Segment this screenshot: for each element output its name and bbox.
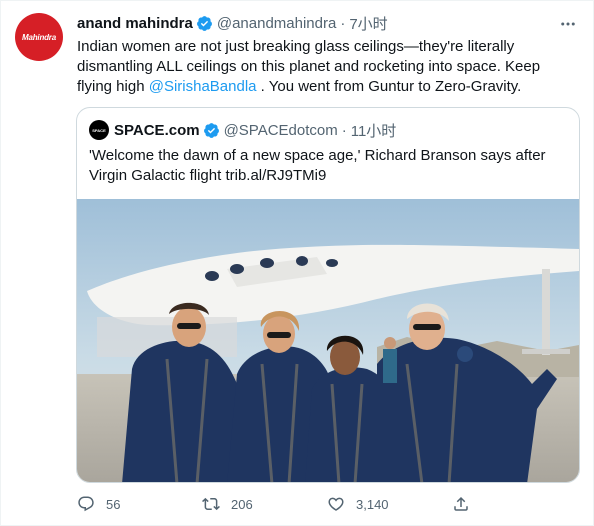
like-button[interactable]: 3,140 — [327, 495, 389, 513]
author-name[interactable]: anand mahindra — [77, 15, 193, 32]
retweet-button[interactable]: 206 — [202, 495, 253, 513]
quote-author-handle: @SPACEdotcom — [223, 121, 338, 139]
tweet-text-part: . You went from Guntur to Zero-Gravity. — [256, 78, 522, 95]
verified-badge-icon — [196, 15, 212, 31]
share-icon — [454, 496, 468, 511]
quote-time: 11小时 — [350, 122, 397, 140]
action-bar: 56 206 3,140 — [77, 495, 577, 517]
quote-text: 'Welcome the dawn of a new space age,' R… — [89, 147, 546, 184]
reply-icon — [78, 496, 94, 512]
quoted-tweet[interactable]: SPACE SPACE.com @SPACEdotcom · 11小时 'Wel… — [76, 107, 580, 483]
share-button[interactable] — [452, 495, 481, 513]
author-avatar[interactable]: Mahindra — [15, 13, 63, 61]
more-options-icon[interactable] — [559, 15, 577, 33]
space-logo: SPACE — [92, 127, 106, 133]
quote-author-name: SPACE.com — [114, 121, 200, 139]
tweet-card[interactable]: Mahindra anand mahindra @anandmahindra ·… — [0, 0, 594, 526]
reply-count: 56 — [106, 496, 121, 512]
quote-header: SPACE SPACE.com @SPACEdotcom · 11小时 — [89, 120, 396, 140]
mahindra-logo: Mahindra — [22, 32, 56, 42]
retweet-count: 206 — [231, 496, 253, 512]
heart-icon — [328, 497, 344, 511]
mention-link[interactable]: @SirishaBandla — [149, 78, 257, 95]
author-handle[interactable]: @anandmahindra — [217, 15, 336, 32]
verified-badge-icon — [203, 122, 219, 138]
tweet-time[interactable]: 7小时 — [349, 13, 387, 34]
reply-button[interactable]: 56 — [77, 495, 120, 513]
separator-dot: · — [340, 14, 346, 32]
quote-author-avatar: SPACE — [89, 120, 109, 140]
separator-dot: · — [341, 121, 347, 139]
retweet-icon — [202, 497, 220, 511]
tweet-text: Indian women are not just breaking glass… — [77, 37, 577, 97]
astronaut-crew-photo[interactable] — [77, 199, 579, 483]
tweet-header: anand mahindra @anandmahindra · 7小时 — [77, 13, 579, 33]
like-count: 3,140 — [356, 496, 389, 512]
